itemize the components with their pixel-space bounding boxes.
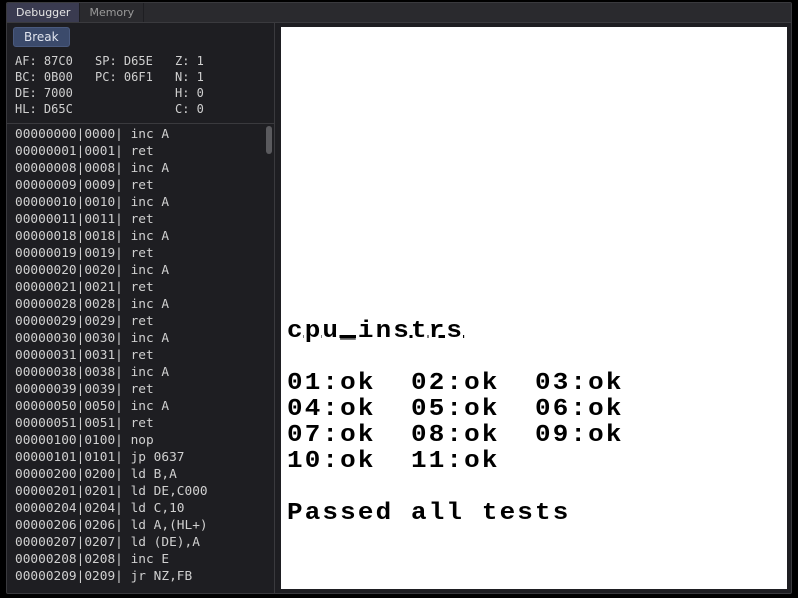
screen-result-row: 07:ok 08:ok 09:ok [287, 423, 624, 449]
disasm-row[interactable]: 00000100|0100| nop [15, 432, 264, 449]
disasm-row[interactable]: 00000209|0209| jr NZ,FB [15, 568, 264, 585]
disasm-row[interactable]: 00000206|0206| ld A,(HL+) [15, 517, 264, 534]
screen-text: cpu_instrs 01:ok 02:ok 03:ok04:ok 05:ok … [287, 319, 624, 527]
reg-sp: SP: D65E [95, 53, 175, 69]
disasm-row[interactable]: 00000038|0038| inc A [15, 364, 264, 381]
reg-bc: BC: 0B00 [15, 69, 95, 85]
disasm-row[interactable]: 00000208|0208| inc E [15, 551, 264, 568]
screen-passed: Passed all tests [287, 500, 570, 527]
right-panel: cpu_instrs 01:ok 02:ok 03:ok04:ok 05:ok … [275, 23, 791, 593]
screen-title: cpu_instrs [287, 318, 464, 345]
disasm-row[interactable]: 00000021|0021| ret [15, 279, 264, 296]
disassembly-panel[interactable]: 00000000|0000| inc A00000001|0001| ret00… [7, 124, 274, 593]
screen-result-row: 01:ok 02:ok 03:ok [287, 371, 624, 397]
disasm-row[interactable]: 00000009|0009| ret [15, 177, 264, 194]
reg-hl: HL: D65C [15, 101, 95, 117]
screen-result-row: 04:ok 05:ok 06:ok [287, 397, 624, 423]
screen-result-row: 10:ok 11:ok [287, 449, 624, 475]
tabbar: Debugger Memory [7, 3, 791, 23]
toolbar: Break [7, 23, 274, 51]
disasm-row[interactable]: 00000000|0000| inc A [15, 126, 264, 143]
reg-z: Z: 1 [175, 53, 235, 69]
break-button[interactable]: Break [13, 27, 70, 47]
disasm-row[interactable]: 00000001|0001| ret [15, 143, 264, 160]
disasm-row[interactable]: 00000101|0101| jp 0637 [15, 449, 264, 466]
disasm-row[interactable]: 00000201|0201| ld DE,C000 [15, 483, 264, 500]
registers-panel: AF: 87C0 SP: D65E Z: 1 BC: 0B00 PC: 06F1… [7, 51, 274, 124]
disasm-row[interactable]: 00000008|0008| inc A [15, 160, 264, 177]
disasm-row[interactable]: 00000019|0019| ret [15, 245, 264, 262]
disasm-row[interactable]: 00000207|0207| ld (DE),A [15, 534, 264, 551]
content: Break AF: 87C0 SP: D65E Z: 1 BC: 0B00 PC… [7, 23, 791, 593]
disasm-row[interactable]: 00000028|0028| inc A [15, 296, 264, 313]
emulator-screen: cpu_instrs 01:ok 02:ok 03:ok04:ok 05:ok … [281, 27, 787, 589]
reg-c: C: 0 [175, 101, 235, 117]
tab-memory[interactable]: Memory [80, 3, 144, 22]
reg-de: DE: 7000 [15, 85, 95, 101]
left-panel: Break AF: 87C0 SP: D65E Z: 1 BC: 0B00 PC… [7, 23, 275, 593]
scrollbar-thumb[interactable] [266, 126, 272, 154]
reg-af: AF: 87C0 [15, 53, 95, 69]
disasm-row[interactable]: 00000051|0051| ret [15, 415, 264, 432]
reg-pc: PC: 06F1 [95, 69, 175, 85]
reg-h: H: 0 [175, 85, 235, 101]
disasm-row[interactable]: 00000020|0020| inc A [15, 262, 264, 279]
disasm-row[interactable]: 00000011|0011| ret [15, 211, 264, 228]
disassembly-list: 00000000|0000| inc A00000001|0001| ret00… [15, 126, 264, 585]
disasm-row[interactable]: 00000010|0010| inc A [15, 194, 264, 211]
disasm-row[interactable]: 00000031|0031| ret [15, 347, 264, 364]
disasm-row[interactable]: 00000029|0029| ret [15, 313, 264, 330]
disasm-row[interactable]: 00000204|0204| ld C,10 [15, 500, 264, 517]
disasm-row[interactable]: 00000039|0039| ret [15, 381, 264, 398]
reg-blank2 [95, 101, 175, 117]
disasm-row[interactable]: 00000018|0018| inc A [15, 228, 264, 245]
tab-debugger[interactable]: Debugger [7, 3, 80, 22]
reg-blank1 [95, 85, 175, 101]
disasm-row[interactable]: 00000050|0050| inc A [15, 398, 264, 415]
disasm-row[interactable]: 00000030|0030| inc A [15, 330, 264, 347]
disasm-row[interactable]: 00000200|0200| ld B,A [15, 466, 264, 483]
debugger-window: Debugger Memory Break AF: 87C0 SP: D65E … [6, 2, 792, 594]
reg-n: N: 1 [175, 69, 235, 85]
